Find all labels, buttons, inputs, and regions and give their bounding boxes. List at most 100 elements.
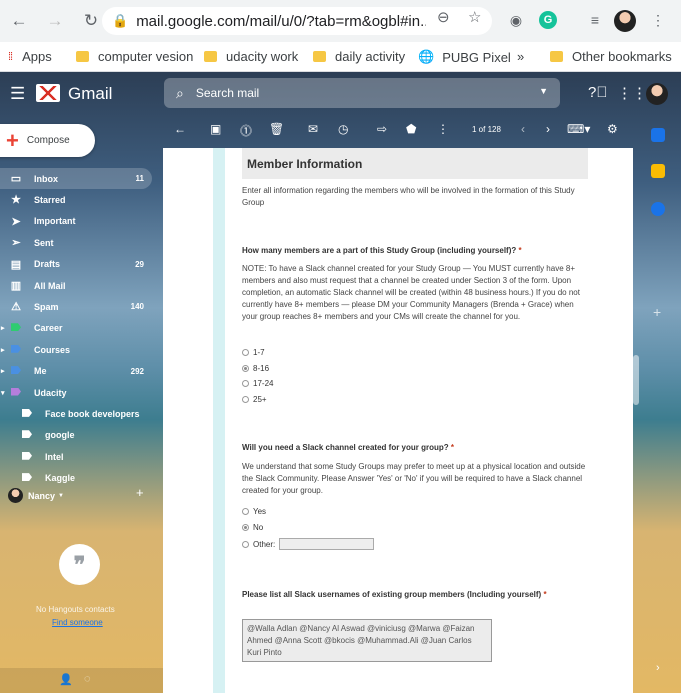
scrollbar-thumb[interactable] bbox=[633, 355, 639, 405]
search-icon[interactable]: ⌕ bbox=[176, 85, 184, 102]
radio-option-25[interactable]: 25+ bbox=[242, 395, 267, 404]
radio-button[interactable] bbox=[242, 380, 249, 387]
bookmark-star-icon[interactable]: ☆ bbox=[468, 8, 481, 26]
sidebar-item-count: 11 bbox=[135, 174, 144, 183]
labels-icon[interactable]: ⬟ bbox=[406, 122, 416, 136]
bookmarks-more-chevron[interactable]: » bbox=[517, 49, 524, 64]
settings-gear-icon[interactable]: ⚙ bbox=[607, 122, 618, 136]
radio-button[interactable] bbox=[242, 364, 249, 372]
expand-panel-chevron-icon[interactable]: › bbox=[656, 662, 660, 674]
bookmark-computer-vesion[interactable]: computer vesion bbox=[76, 49, 193, 64]
contacts-person-icon[interactable]: 👤 bbox=[59, 673, 73, 686]
hangouts-user[interactable]: Nancy ▼ bbox=[8, 488, 64, 503]
input-tools-icon[interactable]: ⌨▾ bbox=[567, 122, 590, 136]
radio-option-other[interactable]: Other: bbox=[242, 538, 375, 550]
sidebar-item-intel[interactable]: Intel bbox=[0, 446, 152, 467]
back-to-inbox-icon[interactable]: ← bbox=[174, 122, 186, 136]
reload-icon[interactable]: ↻ bbox=[80, 10, 102, 32]
move-to-icon[interactable]: ⇨ bbox=[377, 122, 387, 136]
compose-button[interactable]: + Compose bbox=[0, 124, 95, 157]
other-bookmarks[interactable]: Other bookmarks bbox=[550, 49, 672, 64]
globe-icon: 🌐 bbox=[418, 49, 435, 64]
google-apps-icon[interactable]: ⋮⋮ bbox=[617, 84, 647, 102]
compose-plus-icon: + bbox=[6, 127, 19, 153]
sidebar-item-me[interactable]: ▸ Me 292 bbox=[0, 361, 152, 382]
sidebar-item-inbox[interactable]: ▭ Inbox 11 bbox=[0, 168, 152, 189]
forward-arrow-icon[interactable]: → bbox=[44, 10, 66, 32]
profile-avatar[interactable] bbox=[614, 10, 636, 32]
bookmark-udacity-work[interactable]: udacity work bbox=[204, 49, 298, 64]
more-options-icon[interactable]: ⋮ bbox=[437, 122, 449, 136]
address-bar[interactable]: 🔒 mail.google.com/mail/u/0/?tab=rm&ogbl#… bbox=[102, 7, 492, 35]
archive-icon[interactable]: ▣ bbox=[210, 122, 221, 136]
media-control-icon[interactable]: ≡ bbox=[584, 9, 606, 31]
folder-icon bbox=[550, 51, 563, 62]
keep-icon[interactable] bbox=[651, 164, 665, 178]
sidebar-item-courses[interactable]: ▸ Courses bbox=[0, 339, 152, 360]
radio-label: 17-24 bbox=[253, 379, 274, 388]
side-panel: + bbox=[633, 114, 681, 693]
bookmark-daily-activity[interactable]: daily activity bbox=[313, 49, 405, 64]
radio-label: Yes bbox=[253, 507, 267, 516]
older-chevron-icon[interactable]: › bbox=[546, 122, 550, 136]
radio-button[interactable] bbox=[242, 395, 249, 403]
main-menu-icon[interactable]: ☰ bbox=[10, 84, 25, 104]
report-spam-icon[interactable]: ⓵ bbox=[240, 122, 252, 139]
inbox-icon: ▭ bbox=[10, 173, 22, 185]
sidebar-item-drafts[interactable]: ▤ Drafts 29 bbox=[0, 254, 152, 275]
question-members-note: NOTE: To have a Slack channel created fo… bbox=[242, 264, 580, 321]
sidebar-item-career[interactable]: ▸ Career bbox=[0, 318, 152, 339]
grammarly-icon[interactable]: G bbox=[539, 11, 557, 29]
hangouts-chat-icon[interactable]: ◌ bbox=[84, 673, 91, 685]
sidebar-item-important[interactable]: ➤ Important bbox=[0, 211, 152, 232]
tasks-icon[interactable] bbox=[651, 202, 665, 216]
radio-option-1-7[interactable]: 1-7 bbox=[242, 348, 265, 357]
bookmark-pubg-pixel[interactable]: 🌐 PUBG Pixel bbox=[418, 49, 511, 65]
gmail-logo-icon[interactable] bbox=[36, 84, 60, 102]
account-avatar[interactable] bbox=[646, 83, 668, 105]
sidebar-item-sent[interactable]: ➢ Sent bbox=[0, 232, 152, 253]
newer-chevron-icon[interactable]: ‹ bbox=[521, 122, 525, 136]
radio-button[interactable] bbox=[242, 523, 249, 531]
radio-option-no[interactable]: No bbox=[242, 523, 263, 532]
radio-option-8-16[interactable]: 8-16 bbox=[242, 364, 269, 373]
sidebar-item-all-mail[interactable]: ▥ All Mail bbox=[0, 275, 152, 296]
menu-dots-icon[interactable]: ⋮ bbox=[647, 9, 669, 31]
expand-caret-icon[interactable]: ▸ bbox=[1, 367, 5, 375]
sidebar-item-google[interactable]: google bbox=[0, 425, 152, 446]
collapse-caret-icon[interactable]: ▾ bbox=[1, 389, 5, 397]
other-text-input[interactable] bbox=[279, 538, 375, 550]
zoom-icon[interactable]: ⊖ bbox=[437, 8, 450, 26]
sidebar-item-label: Inbox bbox=[34, 173, 58, 184]
mark-unread-icon[interactable]: ✉ bbox=[308, 122, 318, 136]
sidebar-item-face-book-developers[interactable]: Face book developers bbox=[0, 403, 152, 424]
delete-icon[interactable]: 🗑 bbox=[269, 122, 284, 136]
pager-count: 1 of 128 bbox=[472, 125, 501, 134]
calendar-icon[interactable] bbox=[651, 128, 665, 142]
radio-option-17-24[interactable]: 17-24 bbox=[242, 379, 273, 388]
add-addon-plus-icon[interactable]: + bbox=[653, 304, 661, 320]
find-someone-link[interactable]: Find someone bbox=[52, 618, 103, 627]
expand-caret-icon[interactable]: ▸ bbox=[1, 346, 5, 354]
radio-button[interactable] bbox=[242, 349, 249, 356]
sidebar-item-kaggle[interactable]: Kaggle bbox=[0, 468, 152, 489]
sidebar-item-count: 140 bbox=[130, 302, 144, 312]
back-arrow-icon[interactable]: ← bbox=[8, 10, 30, 32]
radio-button[interactable] bbox=[242, 540, 249, 548]
bookmark-apps[interactable]: ⁞⁞ Apps bbox=[8, 49, 52, 64]
sidebar-item-udacity[interactable]: ▾ Udacity bbox=[0, 382, 152, 403]
folder-icon bbox=[313, 51, 326, 62]
search-placeholder: Search mail bbox=[195, 86, 260, 100]
usernames-textarea[interactable]: @Walla Adlan @Nancy Al Aswad @viniciusg … bbox=[242, 619, 492, 662]
search-options-icon[interactable]: ▼ bbox=[539, 86, 548, 96]
extension-icon[interactable]: ◉ bbox=[505, 9, 527, 31]
new-conversation-plus-icon[interactable]: + bbox=[136, 485, 144, 500]
sidebar-item-starred[interactable]: ★ Starred bbox=[0, 189, 152, 210]
search-input[interactable]: ⌕ Search mail ▼ bbox=[164, 78, 560, 108]
radio-button[interactable] bbox=[242, 508, 249, 515]
expand-caret-icon[interactable]: ▸ bbox=[1, 324, 5, 332]
snooze-icon[interactable]: ◷ bbox=[338, 122, 348, 136]
sidebar-item-spam[interactable]: ⚠ Spam 140 bbox=[0, 296, 152, 317]
help-icon[interactable]: ?⃝ bbox=[588, 84, 608, 101]
radio-option-yes[interactable]: Yes bbox=[242, 507, 266, 516]
